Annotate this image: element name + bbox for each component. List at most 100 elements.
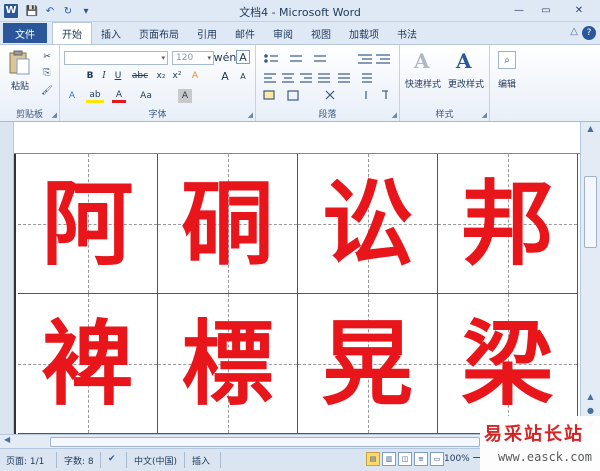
clipboard-launcher-icon[interactable]: ◢ xyxy=(52,111,57,119)
calligraphy-character: 讼 xyxy=(321,169,414,278)
copy-icon[interactable]: ⎘ xyxy=(40,67,54,79)
character-cell[interactable]: 邦 xyxy=(438,154,578,294)
group-clipboard: 粘贴 ✂ ⎘ 🖌 剪贴板 ◢ xyxy=(0,45,60,121)
editing-button[interactable]: 编辑 xyxy=(492,77,522,90)
ribbon-tabs: 文件 开始 插入 页面布局 引用 邮件 审阅 视图 加载项 书法 △ ? xyxy=(0,22,600,44)
tab-file[interactable]: 文件 xyxy=(3,23,47,43)
title-bar: W 💾 ↶ ↻ ▾ 文档4 - Microsoft Word — ▭ ✕ xyxy=(0,0,600,22)
insert-mode[interactable]: 插入 xyxy=(192,454,210,467)
status-divider xyxy=(220,452,221,468)
subscript-button[interactable]: x₂ xyxy=(154,69,168,83)
character-cell[interactable]: 阿 xyxy=(18,154,158,294)
vertical-scrollbar[interactable]: ▲ ▲ ● ▼ xyxy=(580,122,600,434)
group-paragraph: 段落 ◢ xyxy=(256,45,400,121)
help-icon[interactable]: ? xyxy=(582,26,596,40)
draft-view-icon[interactable]: ▭ xyxy=(430,452,444,466)
tab-calligraphy[interactable]: 书法 xyxy=(388,22,426,44)
vertical-ruler xyxy=(0,122,14,434)
quick-styles-button[interactable]: 快速样式 xyxy=(402,77,444,90)
cut-icon[interactable]: ✂ xyxy=(40,51,54,63)
character-cell[interactable]: 讼 xyxy=(298,154,438,294)
scroll-up-icon[interactable]: ▲ xyxy=(581,122,600,136)
strikethrough-button[interactable]: abc xyxy=(130,69,150,83)
calligraphy-character: 硐 xyxy=(181,169,274,278)
print-layout-view-icon[interactable]: ▤ xyxy=(366,452,380,466)
character-cell[interactable]: 硐 xyxy=(158,154,298,294)
scroll-left-icon[interactable]: ◀ xyxy=(4,435,10,444)
highlight-icon[interactable]: ab xyxy=(86,89,104,103)
document-page[interactable]: 阿硐讼邦裨標晃梁 xyxy=(14,154,580,434)
underline-button[interactable]: U xyxy=(112,69,124,83)
calligraphy-character: 邦 xyxy=(461,169,554,278)
tab-list: 开始 插入 页面布局 引用 邮件 审阅 视图 加载项 书法 xyxy=(52,22,426,44)
phonetic-guide-icon[interactable]: wén xyxy=(214,50,237,64)
tab-home[interactable]: 开始 xyxy=(52,22,92,44)
paste-button[interactable]: 粘贴 xyxy=(4,79,36,92)
language-indicator[interactable]: 中文(中国) xyxy=(134,454,177,467)
character-grid: 阿硐讼邦裨標晃梁 xyxy=(18,154,580,434)
prev-page-icon[interactable]: ▲ xyxy=(581,390,600,404)
web-layout-icon[interactable]: ◫ xyxy=(398,452,412,466)
character-cell[interactable]: 梁 xyxy=(438,294,578,434)
close-button[interactable]: ✕ xyxy=(560,2,598,19)
font-size-value: 120 xyxy=(176,53,194,63)
clear-formatting-icon[interactable]: A xyxy=(188,69,202,83)
tab-review[interactable]: 审阅 xyxy=(264,22,302,44)
styles-launcher-icon[interactable]: ◢ xyxy=(482,111,487,119)
character-cell[interactable]: 標 xyxy=(158,294,298,434)
outline-view-icon[interactable]: ≡ xyxy=(414,452,428,466)
font-size-combo[interactable]: 120 ▾ xyxy=(172,51,214,65)
collapse-ribbon-icon[interactable]: △ xyxy=(570,26,578,40)
zoom-level[interactable]: 100% xyxy=(444,454,470,464)
paste-icon[interactable] xyxy=(8,49,32,77)
calligraphy-character: 標 xyxy=(181,309,274,418)
change-styles-icon[interactable]: A xyxy=(456,49,472,73)
char-shading-icon[interactable]: A xyxy=(178,89,192,103)
binoculars-icon[interactable]: ⌕ xyxy=(498,51,516,69)
tab-references[interactable]: 引用 xyxy=(188,22,226,44)
grow-font-icon[interactable]: A xyxy=(218,69,232,83)
calligraphy-character: 梁 xyxy=(461,309,554,418)
text-effects-icon[interactable]: A xyxy=(64,89,80,103)
maximize-button[interactable]: ▭ xyxy=(533,2,559,19)
tab-view[interactable]: 视图 xyxy=(302,22,340,44)
calligraphy-character: 晃 xyxy=(321,309,414,418)
styles-label: 样式 xyxy=(435,110,454,120)
full-screen-reading-icon[interactable]: ▥ xyxy=(382,452,396,466)
italic-button[interactable]: I xyxy=(98,69,110,83)
paragraph-label: 段落 xyxy=(318,110,337,120)
font-label: 字体 xyxy=(148,110,167,120)
tab-page-layout[interactable]: 页面布局 xyxy=(130,22,188,44)
window-controls: — ▭ ✕ xyxy=(506,2,598,19)
status-divider xyxy=(126,452,127,468)
watermark-url: www.easck.com xyxy=(498,450,592,464)
char-border-icon[interactable]: A xyxy=(236,50,250,64)
vertical-scroll-thumb[interactable] xyxy=(584,176,597,248)
proofing-icon[interactable]: ✔ xyxy=(108,454,116,464)
quick-styles-icon[interactable]: A xyxy=(414,49,430,73)
tabs-right: △ ? xyxy=(570,26,596,40)
superscript-button[interactable]: x² xyxy=(170,69,184,83)
ribbon: 粘贴 ✂ ⎘ 🖌 剪贴板 ◢ ▾ 120 ▾ wén A B I U abc x₂… xyxy=(0,44,600,122)
format-painter-icon[interactable]: 🖌 xyxy=(40,85,54,97)
status-divider xyxy=(184,452,185,468)
tab-insert[interactable]: 插入 xyxy=(92,22,130,44)
minimize-button[interactable]: — xyxy=(506,2,532,19)
tab-addins[interactable]: 加载项 xyxy=(340,22,388,44)
font-launcher-icon[interactable]: ◢ xyxy=(248,111,253,119)
horizontal-scroll-thumb[interactable] xyxy=(50,437,480,447)
change-styles-button[interactable]: 更改样式 xyxy=(444,77,488,90)
tab-mailings[interactable]: 邮件 xyxy=(226,22,264,44)
change-case-icon[interactable]: Aa xyxy=(136,89,156,103)
font-name-combo[interactable]: ▾ xyxy=(64,51,168,65)
font-color-icon[interactable]: A xyxy=(112,89,126,103)
bold-button[interactable]: B xyxy=(84,69,96,83)
word-count[interactable]: 字数: 8 xyxy=(64,454,94,467)
page-count[interactable]: 页面: 1/1 xyxy=(6,454,44,467)
paragraph-launcher-icon[interactable]: ◢ xyxy=(392,111,397,119)
shrink-font-icon[interactable]: A xyxy=(236,69,250,83)
paragraph-tools-icons[interactable] xyxy=(262,51,392,103)
character-cell[interactable]: 裨 xyxy=(18,294,158,434)
character-cell[interactable]: 晃 xyxy=(298,294,438,434)
calligraphy-character: 裨 xyxy=(41,309,134,418)
